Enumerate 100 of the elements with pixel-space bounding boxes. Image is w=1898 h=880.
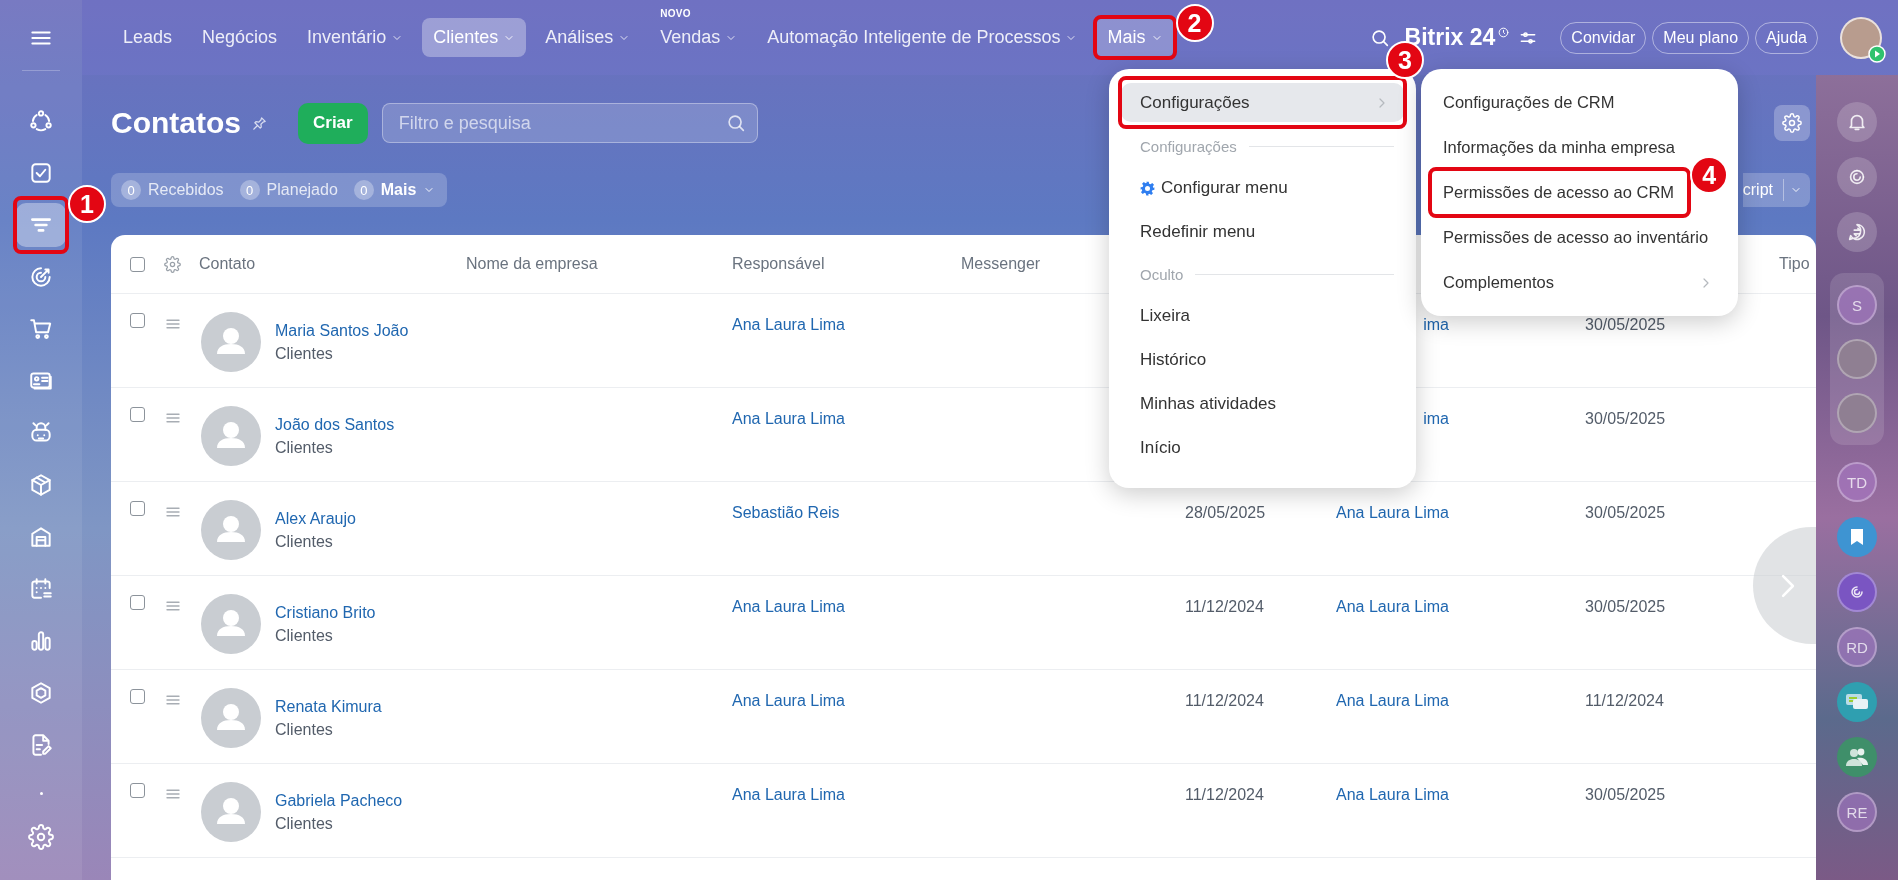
page-title: Contatos (111, 106, 241, 140)
contact-type: Clientes (275, 627, 334, 645)
assistant-button[interactable] (1837, 157, 1877, 197)
contact-type: Clientes (275, 815, 334, 833)
contact-type: Clientes (275, 345, 334, 363)
gear-icon (1140, 180, 1155, 196)
row-checkbox[interactable] (130, 783, 145, 798)
date-cell: 30/05/2025 (1585, 786, 1666, 803)
notifications-button[interactable] (1837, 102, 1877, 142)
nav-item[interactable]: Negócios (191, 18, 289, 57)
counter-filter[interactable]: 0 Mais (353, 180, 436, 200)
hexagon-icon (28, 680, 54, 706)
contact-type: Clientes (275, 439, 334, 457)
select-all-checkbox[interactable] (130, 256, 145, 272)
pin-icon[interactable] (251, 114, 268, 132)
new-label: NOVO (660, 8, 691, 19)
nav-item[interactable]: Automação Inteligente de Processos (756, 18, 1089, 57)
user-avatar[interactable]: S (1837, 285, 1877, 325)
contact-type: Clientes (275, 721, 334, 739)
menu-item[interactable]: Permissões de acesso ao CRM (1431, 174, 1689, 211)
user-avatar-icon (201, 594, 261, 654)
user-link[interactable]: Ana Laura Lima (1336, 598, 1449, 616)
date-cell: 11/12/2024 (1185, 692, 1264, 709)
user-link[interactable]: Ana Laura Lima (1336, 786, 1449, 804)
contact-name-link[interactable]: Alex Araujo (275, 510, 356, 528)
contact-name-link[interactable]: Renata Kimura (275, 698, 382, 716)
nav-item[interactable]: Leads (112, 18, 184, 57)
counter-number: 0 (121, 180, 141, 200)
row-checkbox[interactable] (130, 407, 145, 422)
date-cell: 28/05/2025 (1185, 504, 1266, 521)
contact-name-link[interactable]: Cristiano Brito (275, 604, 376, 622)
responsible-link[interactable]: Ana Laura Lima (732, 316, 845, 333)
responsible-link[interactable]: Sebastião Reis (732, 504, 840, 521)
nav-item[interactable]: Vendas (649, 18, 749, 57)
row-checkbox[interactable] (130, 501, 145, 516)
user-avatar[interactable] (1837, 393, 1877, 433)
row-checkbox[interactable] (130, 689, 145, 704)
settings-icon (1782, 113, 1802, 133)
menu-item[interactable]: Redefinir menu (1121, 214, 1404, 250)
nav-item[interactable]: Inventário (296, 18, 415, 57)
column-header: Contato (199, 255, 257, 273)
contacts-button[interactable] (1837, 737, 1877, 777)
chat-bubbles-icon (1845, 692, 1869, 712)
section-label: Configurações (1140, 137, 1237, 155)
bookmark-icon (1849, 528, 1865, 546)
menu-item[interactable]: Configurações de CRM (1431, 84, 1728, 121)
counter-number: 0 (353, 180, 374, 200)
menu-item[interactable]: Configurar menu (1121, 170, 1404, 206)
cart-icon (28, 316, 54, 342)
contact-name-link[interactable]: Maria Santos João (275, 322, 409, 340)
user-avatar[interactable]: RE (1837, 792, 1877, 832)
user-avatar-icon (201, 500, 261, 560)
settings-icon[interactable] (164, 255, 181, 273)
group-chat-button[interactable] (1837, 682, 1877, 722)
people-icon (1845, 747, 1869, 767)
step-badge: 4 (1690, 156, 1729, 194)
settings-button[interactable] (1774, 105, 1810, 141)
counter-number: 0 (239, 180, 260, 200)
nodes-icon (28, 108, 54, 134)
menu-item[interactable]: Minhas atividades (1121, 386, 1404, 422)
nav-item[interactable]: Análises (534, 18, 642, 57)
responsible-link[interactable]: Ana Laura Lima (732, 410, 845, 427)
assistant-chat-button[interactable] (1837, 572, 1877, 612)
date-cell: 11/12/2024 (1185, 598, 1264, 615)
contact-name-link[interactable]: João dos Santos (275, 416, 395, 434)
step-badge: 2 (1175, 4, 1214, 42)
user-link[interactable]: Ana Laura Lima (1336, 504, 1449, 522)
bookmark-button[interactable] (1837, 517, 1877, 557)
date-cell: 30/05/2025 (1585, 316, 1666, 333)
user-avatar[interactable] (1837, 339, 1877, 379)
user-link[interactable]: Ana Laura Lima (1336, 692, 1449, 710)
clock-icon (1497, 26, 1511, 39)
date-cell: 30/05/2025 (1585, 410, 1666, 427)
script-button[interactable]: cript (1742, 173, 1810, 207)
user-avatar[interactable]: RD (1837, 627, 1877, 667)
counter-label: Recebidos (148, 181, 224, 199)
menu-item[interactable]: Permissões de acesso ao inventário (1431, 219, 1728, 256)
task-check-icon (28, 160, 54, 186)
menu-item[interactable]: Configurações (1121, 83, 1404, 122)
user-link[interactable]: ima (1423, 316, 1449, 334)
sidebar-item[interactable] (16, 203, 66, 247)
dot-icon (39, 791, 43, 795)
responsible-link[interactable]: Ana Laura Lima (732, 598, 845, 615)
row-checkbox[interactable] (130, 313, 145, 328)
responsible-link[interactable]: Ana Laura Lima (732, 786, 845, 803)
user-link[interactable]: ima (1423, 410, 1449, 428)
nav-item[interactable]: Mais (1096, 18, 1174, 57)
calendar-icon (28, 576, 54, 602)
column-header: Messenger (961, 255, 1042, 273)
menu-item[interactable]: Complementos (1431, 264, 1728, 301)
responsible-link[interactable]: Ana Laura Lima (732, 692, 845, 709)
chat-icon (1846, 221, 1868, 243)
menu-item[interactable]: Histórico (1121, 342, 1404, 378)
menu-item[interactable]: Início (1121, 430, 1404, 466)
date-cell: 11/12/2024 (1185, 786, 1264, 803)
row-checkbox[interactable] (130, 595, 145, 610)
menu-item[interactable]: Lixeira (1121, 298, 1404, 334)
user-avatar-icon (201, 688, 261, 748)
contact-name-link[interactable]: Gabriela Pacheco (275, 792, 403, 810)
chat-button[interactable] (1837, 212, 1877, 252)
